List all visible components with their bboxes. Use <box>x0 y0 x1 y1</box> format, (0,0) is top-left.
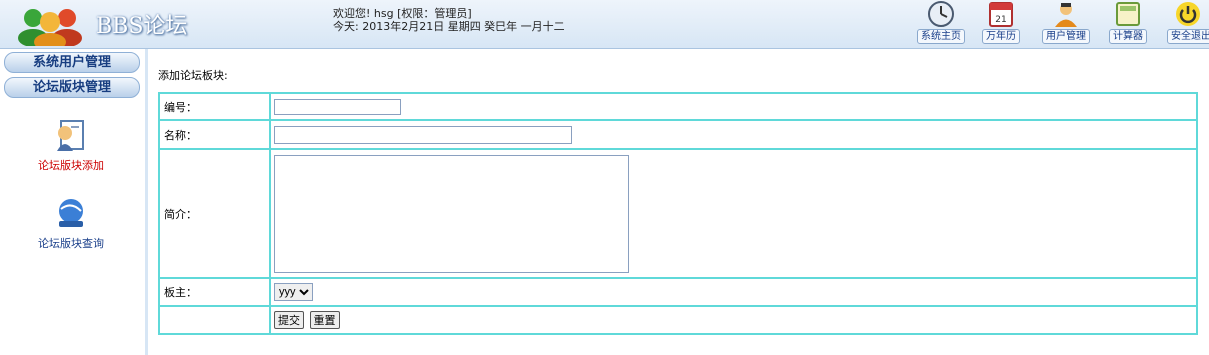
calendar-icon: 21 <box>989 2 1013 27</box>
site-title: BBS论坛 <box>96 14 188 39</box>
intro-label: 简介： <box>158 148 271 279</box>
form-row-moderator: 板主： yyy <box>158 277 1198 307</box>
form-row-intro: 简介： <box>158 148 1198 279</box>
id-label: 编号： <box>158 92 271 121</box>
calculator-button[interactable]: 计算器 <box>1105 0 1151 44</box>
sidebar-item-query-section[interactable]: 论坛版块查询 <box>0 193 142 251</box>
sidebar-header-forum-sections[interactable]: 论坛版块管理 <box>4 77 140 98</box>
name-label: 名称： <box>158 119 271 150</box>
reset-button[interactable]: 重置 <box>309 311 340 329</box>
document-add-icon <box>57 120 84 151</box>
sidebar-item-query-section-label: 论坛版块查询 <box>38 237 104 250</box>
home-label: 系统主页 <box>917 29 965 44</box>
name-field[interactable] <box>274 125 572 144</box>
add-section-form: 编号： 名称： 简介： 板主： yyy 提交 重置 <box>158 92 1198 335</box>
sidebar-header-system-users[interactable]: 系统用户管理 <box>4 52 140 73</box>
moderator-label: 板主： <box>158 277 271 307</box>
user-management-label: 用户管理 <box>1042 29 1090 44</box>
logout-button[interactable]: 安全退出 <box>1167 0 1209 44</box>
calendar-button[interactable]: 21 万年历 <box>979 0 1023 44</box>
user-management-button[interactable]: 用户管理 <box>1036 0 1096 44</box>
intro-textarea[interactable] <box>274 154 629 273</box>
sidebar: 系统用户管理 论坛版块管理 论坛版块添加 论坛版块查询 <box>0 49 148 355</box>
submit-button[interactable]: 提交 <box>274 311 304 329</box>
welcome-line: 欢迎您! hsg [权限：管理员] <box>333 7 472 20</box>
calculator-label: 计算器 <box>1109 29 1147 44</box>
home-button[interactable]: 系统主页 <box>916 0 966 44</box>
welcome-info: 欢迎您! hsg [权限：管理员] 今天: 2013年2月21日 星期四 癸巳年… <box>333 7 565 33</box>
main-content: 添加论坛板块: 编号： 名称： 简介： 板主： yyy 提交 重置 <box>150 49 1209 355</box>
users-logo-icon <box>18 9 82 46</box>
power-icon <box>1176 2 1200 26</box>
form-row-id: 编号： <box>158 92 1198 121</box>
calculator-icon <box>1116 2 1140 26</box>
moderator-select[interactable]: yyy <box>274 283 313 301</box>
logout-label: 安全退出 <box>1167 29 1209 44</box>
sidebar-item-add-section-label: 论坛版块添加 <box>38 159 104 172</box>
user-icon <box>1055 3 1077 27</box>
clock-icon <box>928 1 954 27</box>
id-field[interactable] <box>274 98 401 115</box>
globe-search-icon <box>59 199 83 227</box>
calendar-label: 万年历 <box>982 29 1020 44</box>
header-bar: BBS论坛 欢迎您! hsg [权限：管理员] 今天: 2013年2月21日 星… <box>0 0 1209 49</box>
date-line: 今天: 2013年2月21日 星期四 癸巳年 一月十二 <box>333 20 565 33</box>
svg-text:21: 21 <box>995 15 1006 25</box>
form-row-actions: 提交 重置 <box>158 305 1198 335</box>
sidebar-item-add-section[interactable]: 论坛版块添加 <box>0 115 142 173</box>
form-row-name: 名称： <box>158 119 1198 150</box>
form-title: 添加论坛板块: <box>158 69 228 82</box>
